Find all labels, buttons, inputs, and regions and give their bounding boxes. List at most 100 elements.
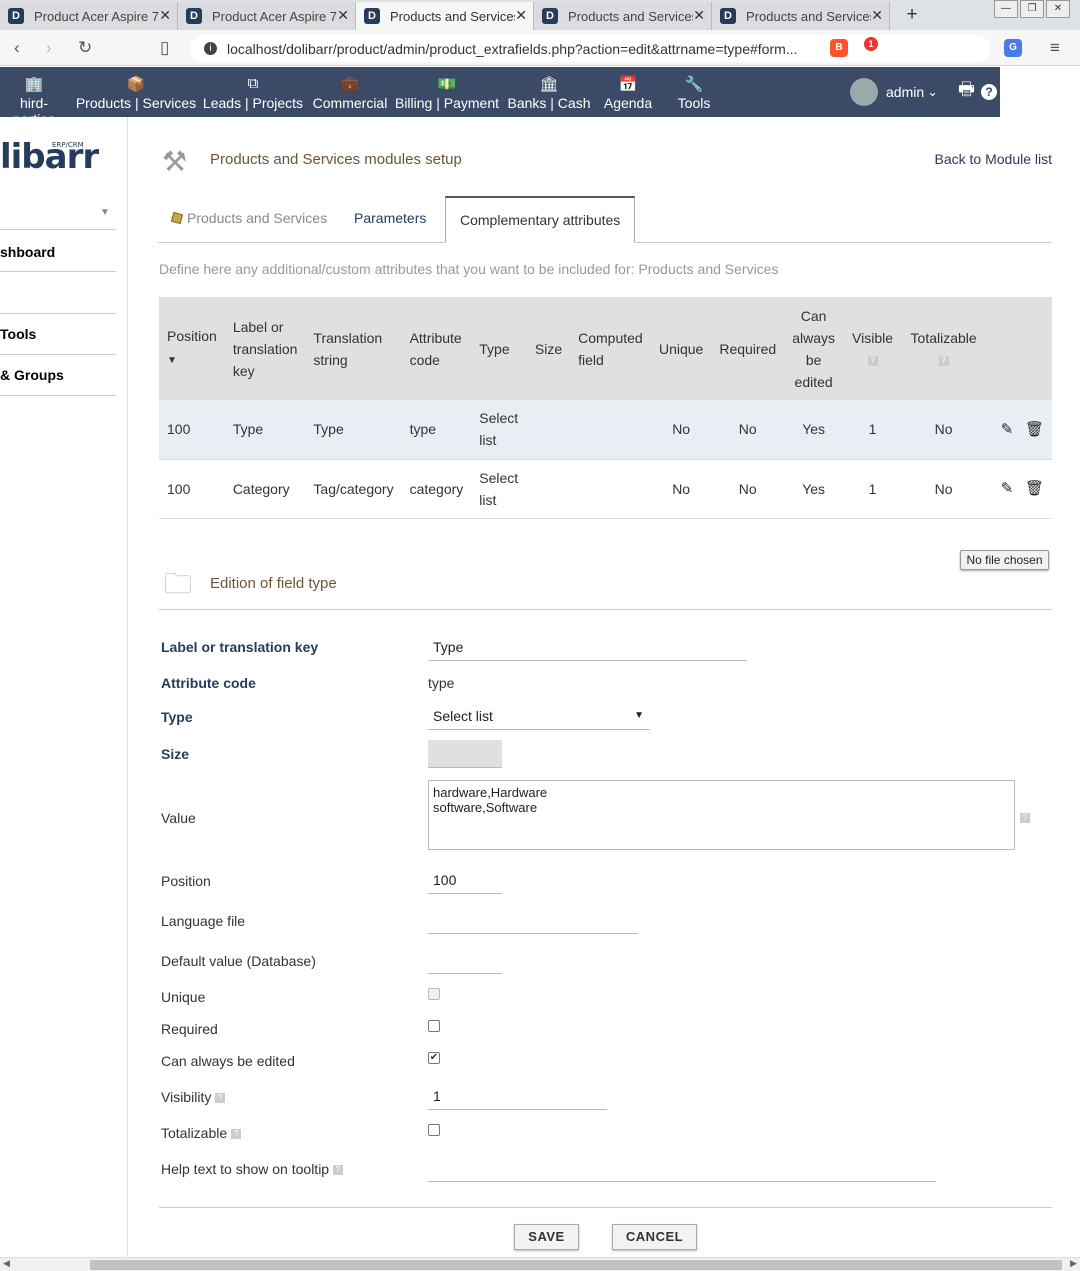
col-visible[interactable]: Visible? — [843, 297, 902, 400]
browser-tab[interactable]: D Product Acer Aspire 77 ✕ — [0, 2, 178, 30]
cube-icon: 📦 — [126, 76, 146, 93]
sidebar-divider — [0, 229, 116, 230]
help-icon: ? — [867, 355, 878, 366]
edit-icon[interactable]: ✎ — [1001, 480, 1014, 497]
help-icon[interactable]: ? — [981, 84, 998, 100]
col-size[interactable]: Size — [526, 297, 571, 400]
visibility-input[interactable] — [428, 1082, 607, 1110]
position-input[interactable] — [428, 866, 502, 894]
edit-section-title: Edition of field type — [210, 575, 337, 592]
edit-icon[interactable]: ✎ — [1001, 421, 1014, 438]
menu-commercial[interactable]: 💼 Commercial — [310, 67, 390, 117]
unique-checkbox[interactable] — [428, 988, 440, 1000]
sidebar-item-tools[interactable]: Tools — [0, 326, 36, 342]
tab-products-services[interactable]: Products and Services — [158, 196, 341, 243]
delete-icon[interactable]: 🗑 — [1025, 421, 1044, 438]
chevron-down-icon[interactable]: ▼ — [100, 207, 110, 218]
label-key-input[interactable] — [428, 633, 747, 661]
help-icon: ? — [231, 1129, 242, 1140]
scroll-right-icon[interactable]: ▶ — [1070, 1258, 1077, 1269]
close-tab-icon[interactable]: ✕ — [515, 7, 527, 24]
back-icon[interactable]: ‹ — [14, 38, 20, 58]
menu-banks-cash[interactable]: 🏛 Banks | Cash — [506, 67, 592, 117]
sort-down-icon: ▼ — [167, 355, 177, 366]
close-tab-icon[interactable]: ✕ — [693, 7, 705, 24]
col-unique[interactable]: Unique — [650, 297, 712, 400]
cancel-button[interactable]: CANCEL — [612, 1224, 697, 1250]
dolibarr-favicon-icon: D — [364, 8, 380, 24]
user-menu[interactable]: admin ⌄ 🖶 ? — [850, 77, 998, 107]
menu-third-parties[interactable]: 🏢hird-parties — [0, 67, 68, 127]
language-file-input[interactable] — [428, 906, 638, 934]
browser-tab-active[interactable]: D Products and Services ✕ — [356, 2, 534, 30]
col-computed[interactable]: Computed field — [570, 297, 651, 400]
back-to-module-list-link[interactable]: Back to Module list — [935, 151, 1053, 167]
label-language-file: Language file — [161, 913, 246, 929]
menu-tools[interactable]: 🔧 Tools — [668, 67, 720, 117]
avatar — [850, 78, 878, 106]
col-attribute-code[interactable]: Attribute code — [401, 297, 472, 400]
menu-billing-payment[interactable]: 💵 Billing | Payment — [394, 67, 500, 117]
label-default-value: Default value (Database) — [161, 953, 316, 969]
sitemap-icon: ⧉ — [247, 75, 259, 92]
type-select[interactable]: Select list ▼ — [428, 702, 650, 730]
col-translation[interactable]: Translation string — [305, 297, 402, 400]
size-input[interactable] — [428, 740, 502, 768]
col-required[interactable]: Required — [711, 297, 785, 400]
sidebar-divider — [0, 271, 116, 272]
menu-agenda[interactable]: 📅 Agenda — [598, 67, 658, 117]
translate-icon[interactable]: G — [1004, 39, 1022, 57]
notification-badge[interactable]: 1 — [864, 37, 878, 51]
menu-products-services[interactable]: 📦 Products | Services — [74, 67, 198, 117]
label-unique: Unique — [161, 989, 206, 1005]
dropdown-arrow-icon: ▼ — [634, 710, 644, 721]
minimize-icon[interactable]: — — [994, 0, 1018, 18]
bookmark-icon[interactable]: ▯ — [160, 38, 169, 58]
totalizable-checkbox[interactable] — [428, 1124, 440, 1136]
col-type[interactable]: Type — [471, 297, 527, 400]
required-checkbox[interactable] — [428, 1020, 440, 1032]
scrollbar-thumb[interactable] — [90, 1260, 1062, 1270]
col-label[interactable]: Label or translation key — [224, 297, 306, 400]
tab-parameters[interactable]: Parameters — [340, 196, 440, 243]
forward-icon[interactable]: › — [46, 38, 52, 58]
wrench-icon: 🔧 — [684, 76, 704, 93]
value-textarea[interactable]: hardware,Hardware software,Software — [428, 780, 1015, 850]
building-icon: 🏢 — [24, 76, 44, 93]
help-text-input[interactable] — [428, 1154, 936, 1182]
section-divider — [159, 609, 1052, 610]
label-required: Required — [161, 1021, 218, 1037]
delete-icon[interactable]: 🗑 — [1025, 480, 1044, 497]
dolibarr-favicon-icon: D — [8, 8, 24, 24]
page-title: Products and Services modules setup — [210, 151, 462, 168]
sidebar-item-groups[interactable]: & Groups — [0, 367, 64, 383]
browser-tab[interactable]: D Products and Services ✕ — [712, 2, 890, 30]
close-tab-icon[interactable]: ✕ — [159, 7, 171, 24]
browser-tab[interactable]: D Products and Services ✕ — [534, 2, 712, 30]
reload-icon[interactable]: ↻ — [78, 38, 92, 58]
save-button[interactable]: SAVE — [514, 1224, 579, 1250]
close-tab-icon[interactable]: ✕ — [337, 7, 349, 24]
sidebar-item-dashboard[interactable]: shboard — [0, 244, 55, 260]
horizontal-scrollbar[interactable]: ◀ ▶ — [0, 1257, 1080, 1271]
restore-icon[interactable]: ❐ — [1020, 0, 1044, 18]
tools-setup-icon: ⚒ — [162, 146, 188, 177]
col-always-edited[interactable]: Can always be edited — [784, 297, 844, 400]
label-help-text: Help text to show on tooltip ? — [161, 1161, 343, 1177]
browser-menu-icon[interactable]: ≡ — [1050, 38, 1060, 58]
brave-shield-icon[interactable]: B — [830, 39, 848, 57]
close-window-icon[interactable]: ✕ — [1046, 0, 1070, 18]
col-totalizable[interactable]: Totalizable? — [901, 297, 986, 400]
always-edited-checkbox[interactable]: ✔ — [428, 1052, 440, 1064]
site-info-icon[interactable]: i — [204, 42, 217, 55]
print-icon[interactable]: 🖶 — [958, 77, 975, 107]
default-value-input[interactable] — [428, 946, 502, 974]
menu-leads-projects[interactable]: ⧉ Leads | Projects — [202, 67, 304, 117]
browser-tab[interactable]: D Product Acer Aspire 77 ✕ — [178, 2, 356, 30]
label-label-key: Label or translation key — [161, 639, 319, 655]
new-tab-button[interactable]: + — [902, 5, 922, 26]
scroll-left-icon[interactable]: ◀ — [3, 1258, 10, 1269]
close-tab-icon[interactable]: ✕ — [871, 7, 883, 24]
col-position[interactable]: Position ▼ — [159, 297, 225, 400]
tab-complementary-attributes[interactable]: Complementary attributes — [445, 196, 636, 243]
